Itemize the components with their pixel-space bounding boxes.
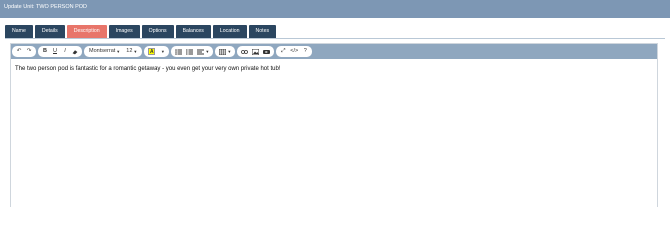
text-color-button[interactable]: A	[146, 46, 157, 57]
tab-name[interactable]: Name	[5, 25, 33, 38]
table-icon[interactable]: ▼	[217, 46, 233, 57]
tab-images[interactable]: Images	[108, 25, 140, 38]
code-view-icon[interactable]: </>	[288, 46, 300, 57]
page-header: Update Unit: TWO PERSON POD	[0, 0, 670, 18]
undo-icon[interactable]: ↶	[14, 46, 24, 57]
history-group: ↶ ↷	[12, 46, 36, 57]
list-group: ▼	[171, 46, 214, 57]
bold-icon[interactable]: B	[40, 46, 50, 57]
font-family-select[interactable]: Montserrat ▼	[86, 46, 123, 57]
style-group: B U I	[38, 46, 82, 57]
tab-details[interactable]: Details	[34, 25, 65, 38]
editor-content[interactable]: The two person pod is fantastic for a ro…	[11, 59, 657, 79]
tab-balances[interactable]: Balances	[175, 25, 211, 38]
tab-description[interactable]: Description	[66, 25, 107, 38]
font-size-value: 12	[126, 48, 133, 54]
font-size-select[interactable]: 12 ▼	[123, 46, 140, 57]
image-icon[interactable]	[250, 46, 261, 57]
underline-icon[interactable]: U	[50, 46, 60, 57]
color-group: A ▼	[144, 46, 170, 57]
tab-notes[interactable]: Notes	[248, 25, 277, 38]
font-family-value: Montserrat	[89, 48, 116, 54]
rich-text-editor: ↶ ↷ B U I Montserrat ▼ 12 ▼ A ▼ ▼ ▼ ⤢ </…	[10, 43, 658, 207]
tab-options[interactable]: Options	[141, 25, 174, 38]
page-title: Update Unit: TWO PERSON POD	[4, 4, 88, 10]
eraser-icon[interactable]	[70, 46, 80, 57]
insert-group	[237, 46, 275, 57]
editor-toolbar: ↶ ↷ B U I Montserrat ▼ 12 ▼ A ▼ ▼ ▼ ⤢ </…	[11, 44, 657, 59]
italic-icon[interactable]: I	[60, 46, 70, 57]
video-icon[interactable]	[261, 46, 272, 57]
tab-bar: Name Details Description Images Options …	[5, 25, 277, 39]
link-icon[interactable]	[239, 46, 250, 57]
text-color-icon: A	[148, 48, 156, 55]
ordered-list-icon[interactable]	[184, 46, 195, 57]
color-dropdown-icon[interactable]: ▼	[157, 46, 167, 57]
tab-location[interactable]: Location	[212, 25, 247, 38]
unordered-list-icon[interactable]	[173, 46, 184, 57]
view-group: ⤢ </> ?	[276, 46, 313, 57]
font-group: Montserrat ▼ 12 ▼	[84, 46, 143, 57]
tab-divider	[5, 38, 665, 39]
help-icon[interactable]: ?	[300, 46, 310, 57]
redo-icon[interactable]: ↷	[24, 46, 34, 57]
paragraph-align-icon[interactable]: ▼	[195, 46, 211, 57]
table-group: ▼	[215, 46, 236, 57]
description-text: The two person pod is fantastic for a ro…	[15, 66, 281, 72]
fullscreen-icon[interactable]: ⤢	[278, 46, 288, 57]
